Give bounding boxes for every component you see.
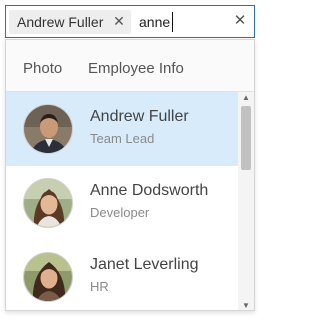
selected-chip[interactable]: Andrew Fuller ✕: [9, 10, 131, 34]
employee-name: Anne Dodsworth: [90, 182, 209, 199]
avatar: [23, 104, 73, 154]
header-photo: Photo: [23, 60, 63, 77]
employee-list: Andrew Fuller Team Lead Anne Dodsworth D…: [6, 92, 238, 310]
list-item[interactable]: Anne Dodsworth Developer: [6, 166, 238, 240]
dropdown-popup: Photo Employee Info Andrew Fuller Team L…: [5, 39, 255, 311]
list-item[interactable]: Andrew Fuller Team Lead: [6, 92, 238, 166]
chip-label: Andrew Fuller: [17, 14, 104, 30]
employee-role: HR: [90, 279, 109, 294]
list-item[interactable]: Janet Leverling HR: [6, 240, 238, 310]
employee-name: Andrew Fuller: [90, 108, 189, 125]
text-caret: [172, 12, 173, 32]
scrollbar-thumb[interactable]: [241, 106, 251, 170]
employee-name: Janet Leverling: [90, 256, 199, 273]
clear-all-icon[interactable]: ✕: [232, 13, 248, 29]
avatar: [23, 252, 73, 302]
search-text[interactable]: anne: [139, 14, 170, 30]
scroll-down-icon[interactable]: ▼: [238, 300, 254, 310]
popup-header: Photo Employee Info: [6, 40, 254, 92]
multiselect-input[interactable]: Andrew Fuller ✕ anne ✕: [5, 5, 255, 38]
vertical-scrollbar[interactable]: ▲ ▼: [238, 92, 254, 310]
avatar: [23, 178, 73, 228]
employee-role: Developer: [90, 205, 150, 220]
employee-role: Team Lead: [90, 131, 155, 146]
scroll-up-icon[interactable]: ▲: [238, 92, 254, 104]
header-employee-info: Employee Info: [88, 60, 184, 77]
chip-remove-icon[interactable]: ✕: [111, 13, 127, 29]
